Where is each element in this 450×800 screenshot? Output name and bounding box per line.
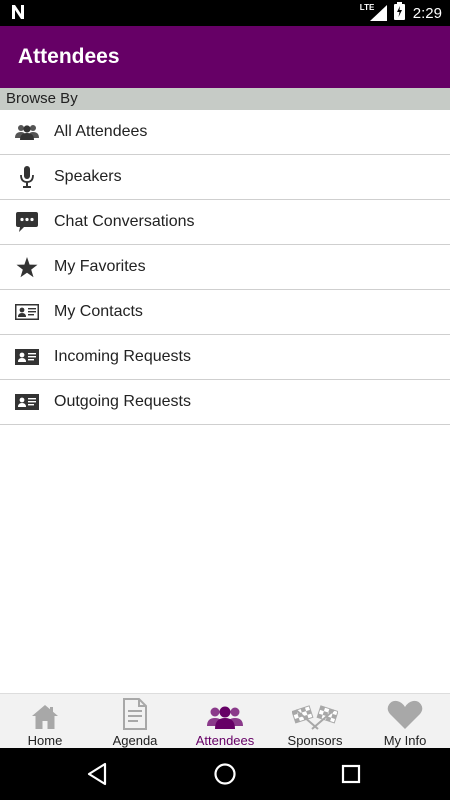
status-time: 2:29	[412, 4, 442, 22]
menu-item-label: Speakers	[54, 168, 122, 185]
bottom-tab-bar: Home Agenda Attendees Sponsors My Info	[0, 693, 450, 748]
id-card-icon	[0, 335, 54, 380]
tab-agenda[interactable]: Agenda	[90, 694, 180, 749]
contact-card-icon	[0, 290, 54, 335]
star-icon	[0, 245, 54, 290]
chat-bubble-icon	[0, 200, 54, 245]
menu-item-label: Incoming Requests	[54, 348, 191, 365]
tab-label: Home	[27, 733, 63, 748]
heart-icon	[387, 694, 423, 730]
tab-my-info[interactable]: My Info	[360, 694, 450, 749]
menu-item-all-attendees[interactable]: All Attendees	[0, 110, 450, 155]
tab-sponsors[interactable]: Sponsors	[270, 694, 360, 749]
checkered-flags-icon	[292, 694, 338, 730]
page-title: Attendees	[18, 45, 120, 68]
system-nav-bar	[0, 748, 450, 800]
tab-label: Attendees	[195, 733, 255, 748]
home-circle-icon[interactable]	[213, 762, 237, 791]
back-icon[interactable]	[86, 762, 108, 791]
tab-label: My Info	[383, 733, 427, 748]
tab-home[interactable]: Home	[0, 694, 90, 749]
lte-signal-icon: LTE	[360, 3, 388, 22]
menu-item-label: Outgoing Requests	[54, 393, 191, 410]
menu-item-label: Chat Conversations	[54, 213, 195, 230]
tab-label: Agenda	[112, 733, 158, 748]
home-icon	[31, 694, 59, 730]
menu-item-label: My Contacts	[54, 303, 143, 320]
browse-by-header: Browse By	[0, 88, 450, 110]
menu-item-my-favorites[interactable]: My Favorites	[0, 245, 450, 290]
section-header-label: Browse By	[6, 90, 78, 107]
app-bar: Attendees	[0, 26, 450, 88]
status-bar: LTE 2:29	[0, 0, 450, 26]
network-type: LTE	[359, 3, 375, 12]
menu-item-outgoing-requests[interactable]: Outgoing Requests	[0, 380, 450, 425]
people-icon	[0, 110, 54, 155]
menu-item-incoming-requests[interactable]: Incoming Requests	[0, 335, 450, 380]
menu-item-label: My Favorites	[54, 258, 146, 275]
n-notification-icon	[10, 3, 26, 26]
menu-item-label: All Attendees	[54, 123, 148, 140]
browse-list: All Attendees Speakers Chat Conversation…	[0, 110, 450, 425]
menu-item-chat-conversations[interactable]: Chat Conversations	[0, 200, 450, 245]
id-card-icon	[0, 380, 54, 425]
tab-label: Sponsors	[287, 733, 343, 748]
people-icon	[207, 694, 243, 730]
recents-square-icon[interactable]	[341, 762, 361, 791]
menu-item-my-contacts[interactable]: My Contacts	[0, 290, 450, 335]
menu-item-speakers[interactable]: Speakers	[0, 155, 450, 200]
microphone-icon	[0, 155, 54, 200]
tab-attendees[interactable]: Attendees	[180, 694, 270, 749]
battery-charging-icon	[393, 1, 405, 25]
document-icon	[122, 694, 148, 730]
